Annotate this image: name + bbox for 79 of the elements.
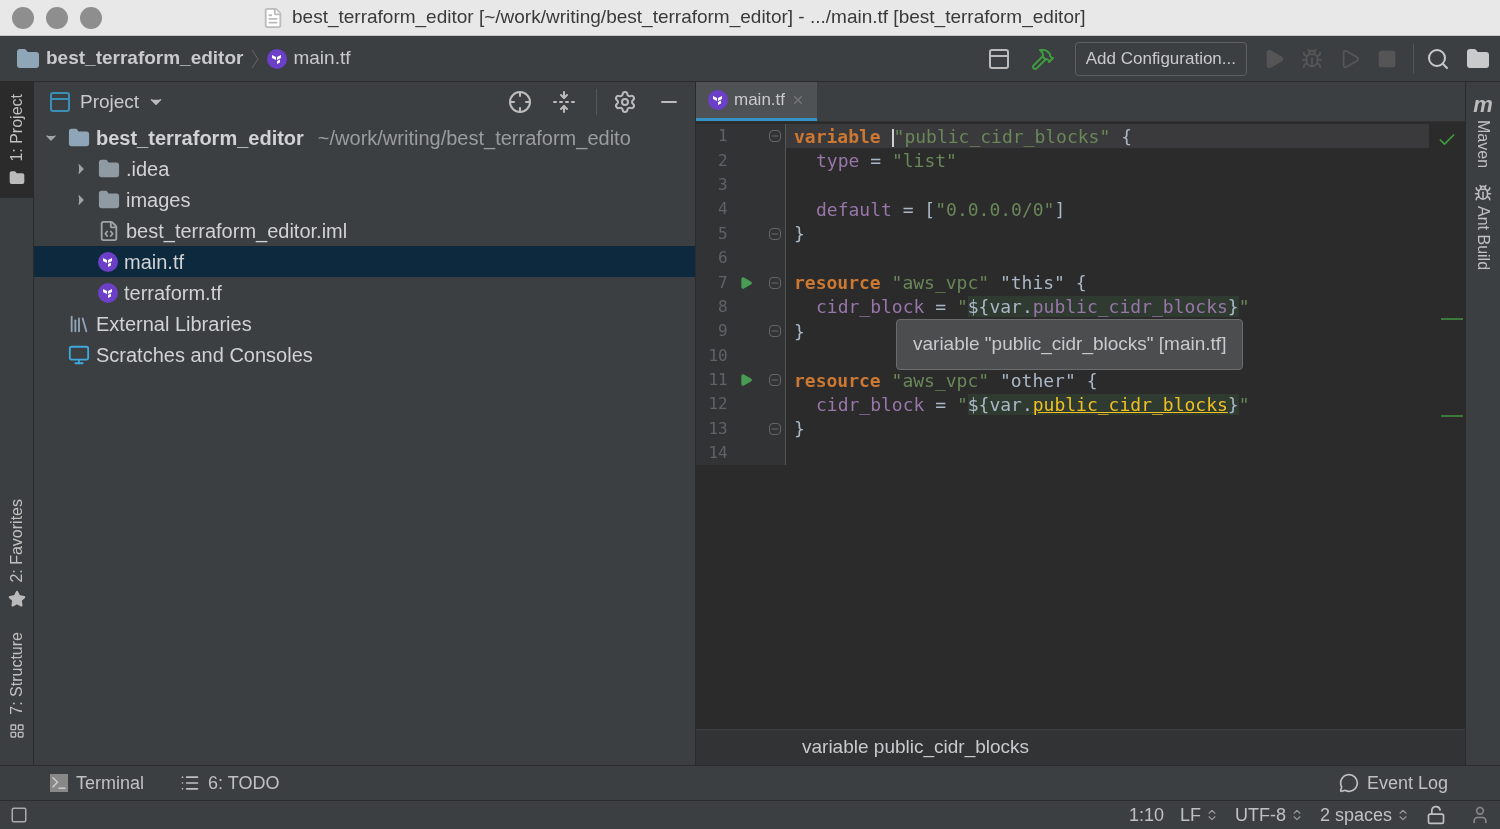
folder-icon <box>98 157 120 180</box>
tool-window-tab[interactable]: Maven <box>1471 120 1495 169</box>
folder-icon <box>8 169 25 186</box>
run-gutter-icon[interactable] <box>739 275 754 290</box>
code-line: cidr_block = "${var.public_cidr_blocks}" <box>816 295 1250 320</box>
code-line: resource "aws_vpc" "this" { <box>794 271 1087 296</box>
status-item[interactable]: 1:10 <box>1128 801 1164 829</box>
run-gutter-icon[interactable] <box>739 373 754 388</box>
tree-item[interactable]: terraform.tf <box>34 277 695 308</box>
status-item[interactable]: UTF-8 <box>1234 801 1304 829</box>
folder-icon <box>16 46 40 71</box>
code-line: default = ["0.0.0.0/0"] <box>816 197 1066 222</box>
status-item[interactable]: LF <box>1179 801 1219 829</box>
code-line: variable "public_cidr_blocks" { <box>794 124 1132 149</box>
panel-title[interactable]: Project <box>80 87 140 117</box>
event-log-button[interactable]: Event Log <box>1338 769 1448 797</box>
locate-icon[interactable] <box>508 90 532 114</box>
file-icon <box>98 219 120 242</box>
tooltip: variable "public_cidr_blocks" [main.tf] <box>896 319 1244 370</box>
tree-item[interactable]: main.tf <box>34 246 695 277</box>
fold-icon[interactable] <box>769 130 782 143</box>
list-icon <box>180 773 201 793</box>
code-line: } <box>794 222 805 247</box>
add-configuration-button[interactable]: Add Configuration... <box>1074 41 1247 76</box>
separator-icon <box>251 48 260 69</box>
terminal-icon <box>50 774 68 792</box>
fold-icon[interactable] <box>769 325 782 338</box>
minimize-window-button[interactable] <box>46 6 68 29</box>
tree-item[interactable]: best_terraform_editor ~/work/writing/best_terraform_edito <box>34 122 695 153</box>
search-icon[interactable] <box>1426 46 1450 71</box>
zoom-window-button[interactable] <box>80 6 102 29</box>
close-window-button[interactable] <box>12 6 34 29</box>
tree-item[interactable]: External Libraries <box>34 308 695 339</box>
project-structure-icon[interactable] <box>1466 46 1490 71</box>
run-window-icon[interactable] <box>986 46 1011 71</box>
breadcrumb[interactable]: main.tf <box>293 44 351 73</box>
star-icon <box>7 590 26 609</box>
editor-tab[interactable]: main.tf <box>696 82 818 121</box>
tool-window-tab[interactable]: 1: Project <box>0 82 33 198</box>
speech-bubble-icon <box>1338 773 1359 793</box>
tool-windows-icon[interactable] <box>10 806 28 824</box>
folder-icon <box>68 126 90 149</box>
fold-icon[interactable] <box>769 374 782 387</box>
bug-icon <box>1474 184 1492 203</box>
status-item[interactable]: 2 spaces <box>1319 801 1410 829</box>
tree-item[interactable]: images <box>34 184 695 215</box>
fold-icon[interactable] <box>769 276 782 289</box>
tree-item[interactable]: Scratches and Consoles <box>34 339 695 370</box>
fold-icon[interactable] <box>769 422 782 435</box>
tree-item[interactable]: best_terraform_editor.iml <box>34 215 695 246</box>
tool-window-tab[interactable]: Ant Build <box>1471 206 1495 271</box>
folder-icon <box>98 188 120 211</box>
tool-window-tab[interactable]: 7: Structure <box>0 620 33 751</box>
tool-window-tab[interactable]: 2: Favorites <box>0 486 33 621</box>
breadcrumb[interactable]: best_terraform_editor <box>46 44 244 73</box>
structure-icon <box>8 723 25 739</box>
code-line: resource "aws_vpc" "other" { <box>794 368 1098 393</box>
code-line: type = "list" <box>816 149 957 174</box>
settings-icon[interactable] <box>613 90 637 114</box>
collapse-all-icon[interactable] <box>552 90 576 114</box>
terraform-icon <box>708 90 728 110</box>
document-icon <box>262 6 284 29</box>
project-view-icon <box>48 90 72 114</box>
window-title: best_terraform_editor [~/work/writing/best_terraform_editor] - .../main.tf [best_terraform_editor] <box>292 5 1086 30</box>
tree-item[interactable]: .idea <box>34 153 695 184</box>
code-line: } <box>794 319 805 344</box>
tree-item-path: ~/work/writing/best_terraform_edito <box>317 125 631 152</box>
tool-window-button[interactable]: 6: TODO <box>180 769 280 797</box>
build-icon[interactable] <box>1030 46 1055 71</box>
fold-icon[interactable] <box>769 227 782 240</box>
terraform-icon <box>98 282 118 303</box>
lock-icon[interactable] <box>1426 805 1446 825</box>
code-line: cidr_block = "${var.public_cidr_blocks}" <box>816 393 1250 417</box>
terraform-icon <box>98 251 118 272</box>
tool-window-button[interactable]: Terminal <box>50 769 145 797</box>
code-line: } <box>794 417 805 442</box>
terraform-icon <box>267 48 288 69</box>
scratches-icon <box>68 343 90 366</box>
maven-icon: m <box>1473 94 1493 116</box>
